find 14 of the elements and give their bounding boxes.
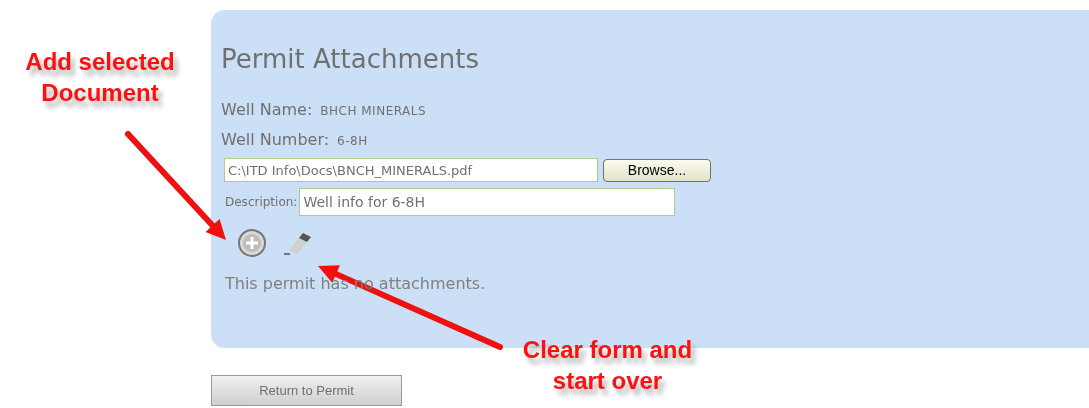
add-icon[interactable] [237, 228, 267, 258]
field-label: Well Name: [221, 99, 313, 121]
description-field[interactable]: Well info for 6-8H [299, 188, 676, 216]
field-value: 6-8H [337, 133, 368, 150]
field-value: BHCH MINERALS [320, 103, 427, 120]
return-to-permit-button[interactable]: Return to Permit [211, 375, 402, 406]
panel-title: Permit Attachments [221, 43, 479, 76]
field-label: Well Number: [221, 129, 330, 151]
description-label: Description: [225, 194, 298, 211]
callout-text: Clear form and start over [521, 335, 694, 396]
callout-text: Add selected Document [24, 47, 176, 108]
file-path-field[interactable]: C:\ITD Info\Docs\BNCH_MINERALS.pdf [224, 158, 598, 182]
eraser-icon[interactable] [283, 230, 313, 256]
browse-button[interactable]: Browse... [603, 158, 711, 182]
